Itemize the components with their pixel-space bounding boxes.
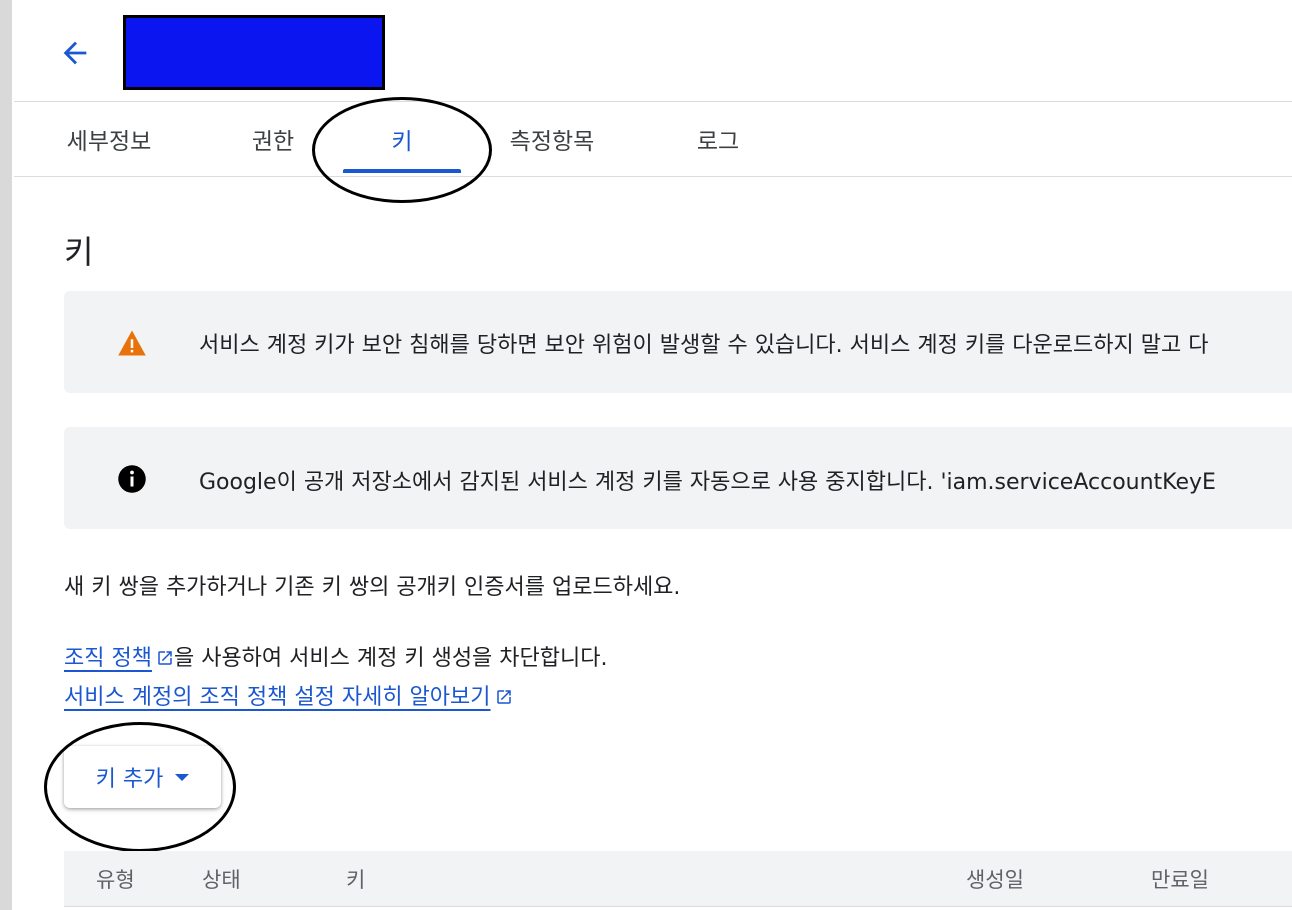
column-expires[interactable]: 만료일 — [1151, 851, 1209, 907]
tabs-divider — [14, 176, 1292, 177]
tab-logs[interactable]: 로그 — [659, 102, 777, 176]
policy-line: 조직 정책 을 사용하여 서비스 계정 키 생성을 차단합니다. — [64, 640, 607, 672]
tab-bar: 세부정보 권한 키 측정항목 로그 — [14, 102, 1292, 176]
external-link-icon — [496, 690, 511, 704]
column-type[interactable]: 유형 — [96, 851, 135, 907]
redacted-title — [123, 15, 385, 90]
description-text: 새 키 쌍을 추가하거나 기존 키 쌍의 공개키 인증서를 업로드하세요. — [64, 575, 681, 600]
caret-down-icon — [175, 773, 190, 781]
back-button[interactable] — [52, 30, 98, 76]
keys-table-header: 유형 상태 키 생성일 만료일 — [64, 851, 1292, 907]
add-key-label: 키 추가 — [95, 767, 164, 792]
info-text: Google이 공개 저장소에서 감지된 서비스 계정 키를 자동으로 사용 중… — [199, 470, 1216, 495]
column-created[interactable]: 생성일 — [966, 851, 1024, 907]
service-account-page: 세부정보 권한 키 측정항목 로그 키 서비스 계정 키가 보안 침해를 당하면… — [14, 0, 1292, 910]
org-policy-link[interactable]: 조직 정책 — [64, 646, 152, 671]
learn-more-link[interactable]: 서비스 계정의 조직 정책 설정 자세히 알아보기 — [64, 685, 491, 710]
left-rail — [0, 0, 12, 910]
external-link-icon — [158, 651, 172, 665]
tab-keys[interactable]: 키 — [343, 102, 461, 176]
section-title: 키 — [64, 233, 94, 271]
arrow-back-icon — [63, 41, 87, 65]
tab-metrics[interactable]: 측정항목 — [482, 102, 622, 176]
policy-suffix: 을 사용하여 서비스 계정 키 생성을 차단합니다. — [173, 646, 608, 671]
column-status[interactable]: 상태 — [202, 851, 241, 907]
warning-banner: 서비스 계정 키가 보안 침해를 당하면 보안 위험이 발생할 수 있습니다. … — [64, 291, 1292, 393]
add-key-button[interactable]: 키 추가 — [64, 746, 221, 808]
tab-details[interactable]: 세부정보 — [50, 102, 168, 176]
learn-more-line: 서비스 계정의 조직 정책 설정 자세히 알아보기 — [64, 679, 513, 711]
info-icon — [116, 463, 148, 495]
info-banner: Google이 공개 저장소에서 감지된 서비스 계정 키를 자동으로 사용 중… — [64, 427, 1292, 529]
active-tab-indicator — [343, 169, 461, 173]
warning-text: 서비스 계정 키가 보안 침해를 당하면 보안 위험이 발생할 수 있습니다. … — [199, 333, 1209, 358]
tab-permissions[interactable]: 권한 — [214, 102, 332, 176]
column-key[interactable]: 키 — [346, 851, 365, 907]
warning-icon — [116, 327, 148, 359]
